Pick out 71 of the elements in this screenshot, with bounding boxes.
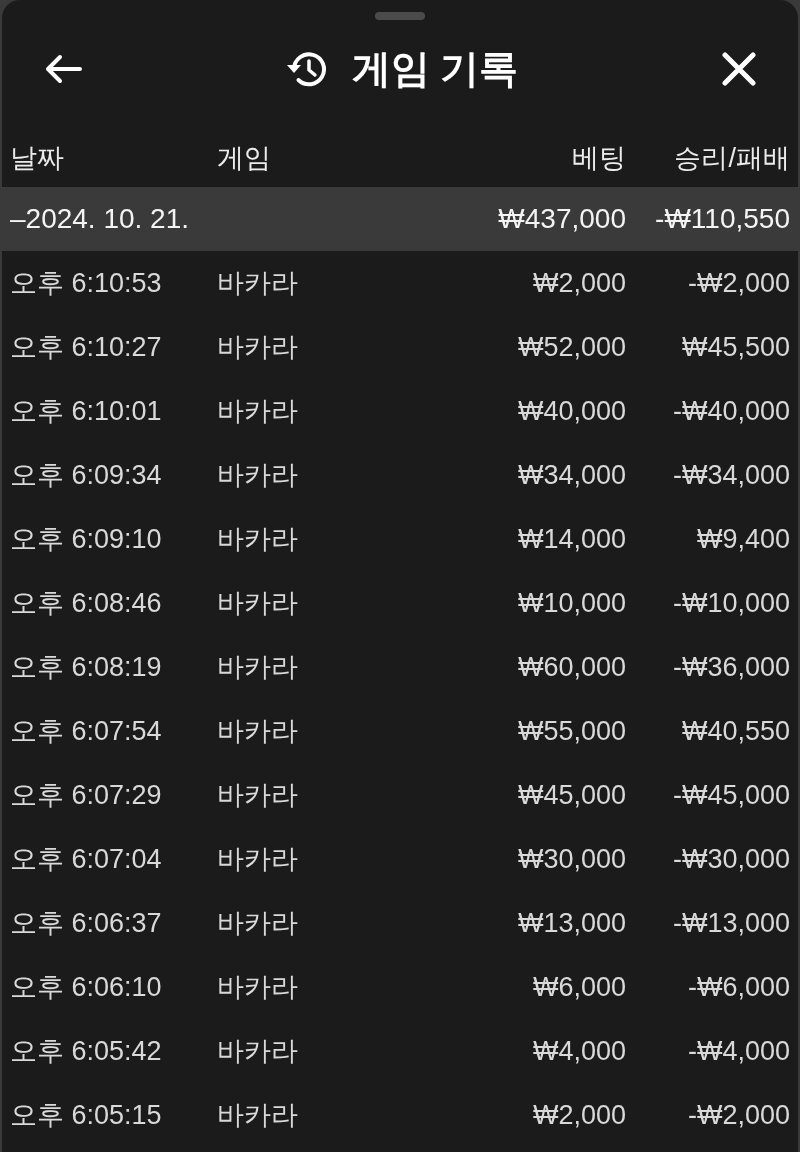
result-cell: -₩45,000 <box>672 779 790 810</box>
close-icon <box>722 52 756 86</box>
window-title: 게임 기록 <box>351 47 519 91</box>
game-cell: 바카라 <box>217 523 298 554</box>
bet-cell: ₩2,000 <box>532 267 626 298</box>
result-cell: ₩9,400 <box>696 523 790 554</box>
time-cell: 오후 6:08:19 <box>10 651 162 682</box>
group-date: –2024. 10. 21. <box>10 203 190 234</box>
result-cell: -₩36,000 <box>672 651 790 682</box>
result-cell: -₩30,000 <box>672 843 790 874</box>
game-cell: 바카라 <box>217 267 298 298</box>
game-cell: 바카라 <box>217 1035 298 1066</box>
time-cell: 오후 6:05:15 <box>10 1099 162 1130</box>
game-cell: 바카라 <box>217 651 298 682</box>
bet-cell: ₩4,000 <box>532 1035 626 1066</box>
time-cell: 오후 6:05:42 <box>10 1035 162 1066</box>
bet-cell: ₩2,000 <box>532 1099 626 1130</box>
game-cell: 바카라 <box>217 459 298 490</box>
game-cell: 바카라 <box>217 907 298 938</box>
bet-cell: ₩45,000 <box>517 779 626 810</box>
result-cell: -₩13,000 <box>672 907 790 938</box>
result-cell: -₩2,000 <box>687 1099 790 1130</box>
column-header: 게임 <box>217 142 272 176</box>
result-cell: -₩10,000 <box>672 587 790 618</box>
game-cell: 바카라 <box>217 395 298 426</box>
bet-cell: ₩30,000 <box>517 843 626 874</box>
time-cell: 오후 6:07:04 <box>10 843 162 874</box>
game-cell: 바카라 <box>217 779 298 810</box>
result-cell: -₩6,000 <box>687 971 790 1002</box>
column-header: 베팅 <box>571 142 626 176</box>
bet-cell: ₩52,000 <box>517 331 626 362</box>
time-cell: 오후 6:10:01 <box>10 395 162 426</box>
time-cell: 오후 6:06:10 <box>10 971 162 1002</box>
history-icon <box>285 50 328 88</box>
date-group-row[interactable]: –2024. 10. 21. ₩437,000 -₩110,550 <box>2 187 798 251</box>
result-cell: ₩45,500 <box>681 331 790 362</box>
time-cell: 오후 6:08:46 <box>10 587 162 618</box>
bet-cell: ₩34,000 <box>517 459 626 490</box>
result-cell: -₩40,000 <box>672 395 790 426</box>
close-button[interactable] <box>722 52 756 86</box>
game-cell: 바카라 <box>217 587 298 618</box>
game-cell: 바카라 <box>217 971 298 1002</box>
bet-total: ₩437,000 <box>498 203 626 234</box>
time-cell: 오후 6:09:34 <box>10 459 162 490</box>
bet-cell: ₩40,000 <box>517 395 626 426</box>
column-header: 날짜 <box>10 142 65 176</box>
time-cell: 오후 6:06:37 <box>10 907 162 938</box>
time-cell: 오후 6:07:29 <box>10 779 162 810</box>
game-cell: 바카라 <box>217 843 298 874</box>
game-cell: 바카라 <box>217 331 298 362</box>
bet-cell: ₩14,000 <box>517 523 626 554</box>
time-cell: 오후 6:10:27 <box>10 331 162 362</box>
bet-cell: ₩10,000 <box>517 587 626 618</box>
bet-cell: ₩6,000 <box>532 971 626 1002</box>
time-cell: 오후 6:09:10 <box>10 523 162 554</box>
result-cell: -₩4,000 <box>687 1035 790 1066</box>
back-arrow-icon <box>44 54 82 84</box>
result-cell: -₩34,000 <box>672 459 790 490</box>
result-cell: ₩40,550 <box>681 715 790 746</box>
result-cell: -₩2,000 <box>687 267 790 298</box>
drag-handle[interactable] <box>375 12 425 20</box>
bet-cell: ₩60,000 <box>517 651 626 682</box>
game-cell: 바카라 <box>217 715 298 746</box>
game-cell: 바카라 <box>217 1099 298 1130</box>
bet-cell: ₩13,000 <box>517 907 626 938</box>
time-cell: 오후 6:07:54 <box>10 715 162 746</box>
column-header: 승리/패배 <box>673 142 790 176</box>
back-button[interactable] <box>44 54 82 84</box>
result-total: -₩110,550 <box>655 203 790 234</box>
time-cell: 오후 6:10:53 <box>10 267 162 298</box>
bet-cell: ₩55,000 <box>517 715 626 746</box>
